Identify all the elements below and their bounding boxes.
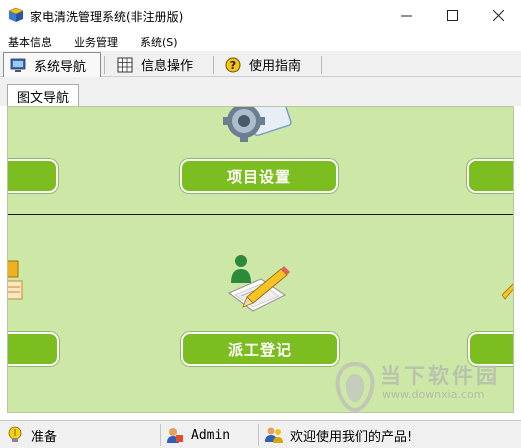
app-icon [8, 7, 24, 22]
tab-graphic-nav[interactable]: 图文导航 [7, 84, 79, 107]
help-question-icon: ? [225, 57, 241, 72]
toolbar-separator [104, 56, 105, 74]
minimize-button[interactable] [383, 0, 429, 31]
minimize-icon [400, 15, 412, 17]
close-button[interactable] [475, 0, 521, 31]
title-bar: 家电清洗管理系统(非注册版) [0, 0, 521, 31]
window-title: 家电清洗管理系统(非注册版) [30, 10, 184, 24]
close-icon [492, 10, 504, 21]
status-separator [258, 424, 259, 446]
nav-button-dispatch-register[interactable]: 派工登记 [181, 332, 339, 366]
nav-button-bottom-left[interactable] [8, 332, 59, 366]
menu-business[interactable]: 业务管理 [74, 34, 118, 50]
status-user: Admin [166, 424, 230, 446]
status-message: 欢迎使用我们的产品! [265, 424, 412, 446]
toolbar: 系统导航 信息操作 ? 使用指南 [0, 51, 521, 77]
watermark-logo-icon [335, 362, 375, 412]
maximize-button[interactable] [429, 0, 475, 31]
toolbar-separator [321, 56, 322, 74]
tab-user-guide[interactable]: ? 使用指南 [225, 52, 301, 77]
tab-user-guide-label: 使用指南 [249, 59, 302, 74]
nav-button-project-settings[interactable]: 项目设置 [180, 159, 338, 193]
user-avatar-icon [167, 428, 183, 443]
lightbulb-icon [8, 426, 22, 442]
toolbar-separator [213, 56, 214, 74]
gear-settings-icon [223, 107, 292, 142]
users-group-icon [265, 427, 283, 443]
status-bar: 准备 Admin 欢迎使用我们的产品! [0, 420, 521, 448]
status-state-text: 准备 [31, 429, 58, 445]
tab-info-ops[interactable]: 信息操作 [117, 52, 193, 77]
watermark-brand: 当下软件园 [380, 364, 500, 388]
menu-basic-info[interactable]: 基本信息 [8, 34, 52, 50]
nav-button-top-right[interactable] [467, 159, 513, 193]
svg-text:?: ? [230, 59, 236, 72]
status-separator [160, 424, 161, 446]
nav-button-top-left[interactable] [8, 159, 58, 193]
tab-system-nav[interactable]: 系统导航 [3, 52, 101, 77]
menu-system[interactable]: 系统(S) [140, 34, 178, 50]
tab-info-ops-label: 信息操作 [141, 59, 194, 74]
monitor-icon [10, 58, 26, 72]
watermark-url: www.downxia.com [382, 388, 485, 401]
user-form-pencil-icon [227, 255, 290, 312]
watermark: 当下软件园 www.downxia.com [334, 358, 504, 416]
pencil-edge-icon [502, 283, 513, 300]
subtab-row: 图文导航 [0, 77, 521, 107]
status-message-text: 欢迎使用我们的产品! [290, 429, 413, 445]
section-divider [8, 214, 513, 215]
grid-table-icon [117, 57, 133, 72]
tab-system-nav-label: 系统导航 [34, 59, 87, 75]
status-state: 准备 [6, 424, 57, 446]
menu-bar: 基本信息 业务管理 系统(S) [0, 31, 521, 51]
document-stack-icon [8, 260, 23, 300]
status-user-text: Admin [191, 427, 231, 443]
maximize-icon [446, 10, 458, 21]
